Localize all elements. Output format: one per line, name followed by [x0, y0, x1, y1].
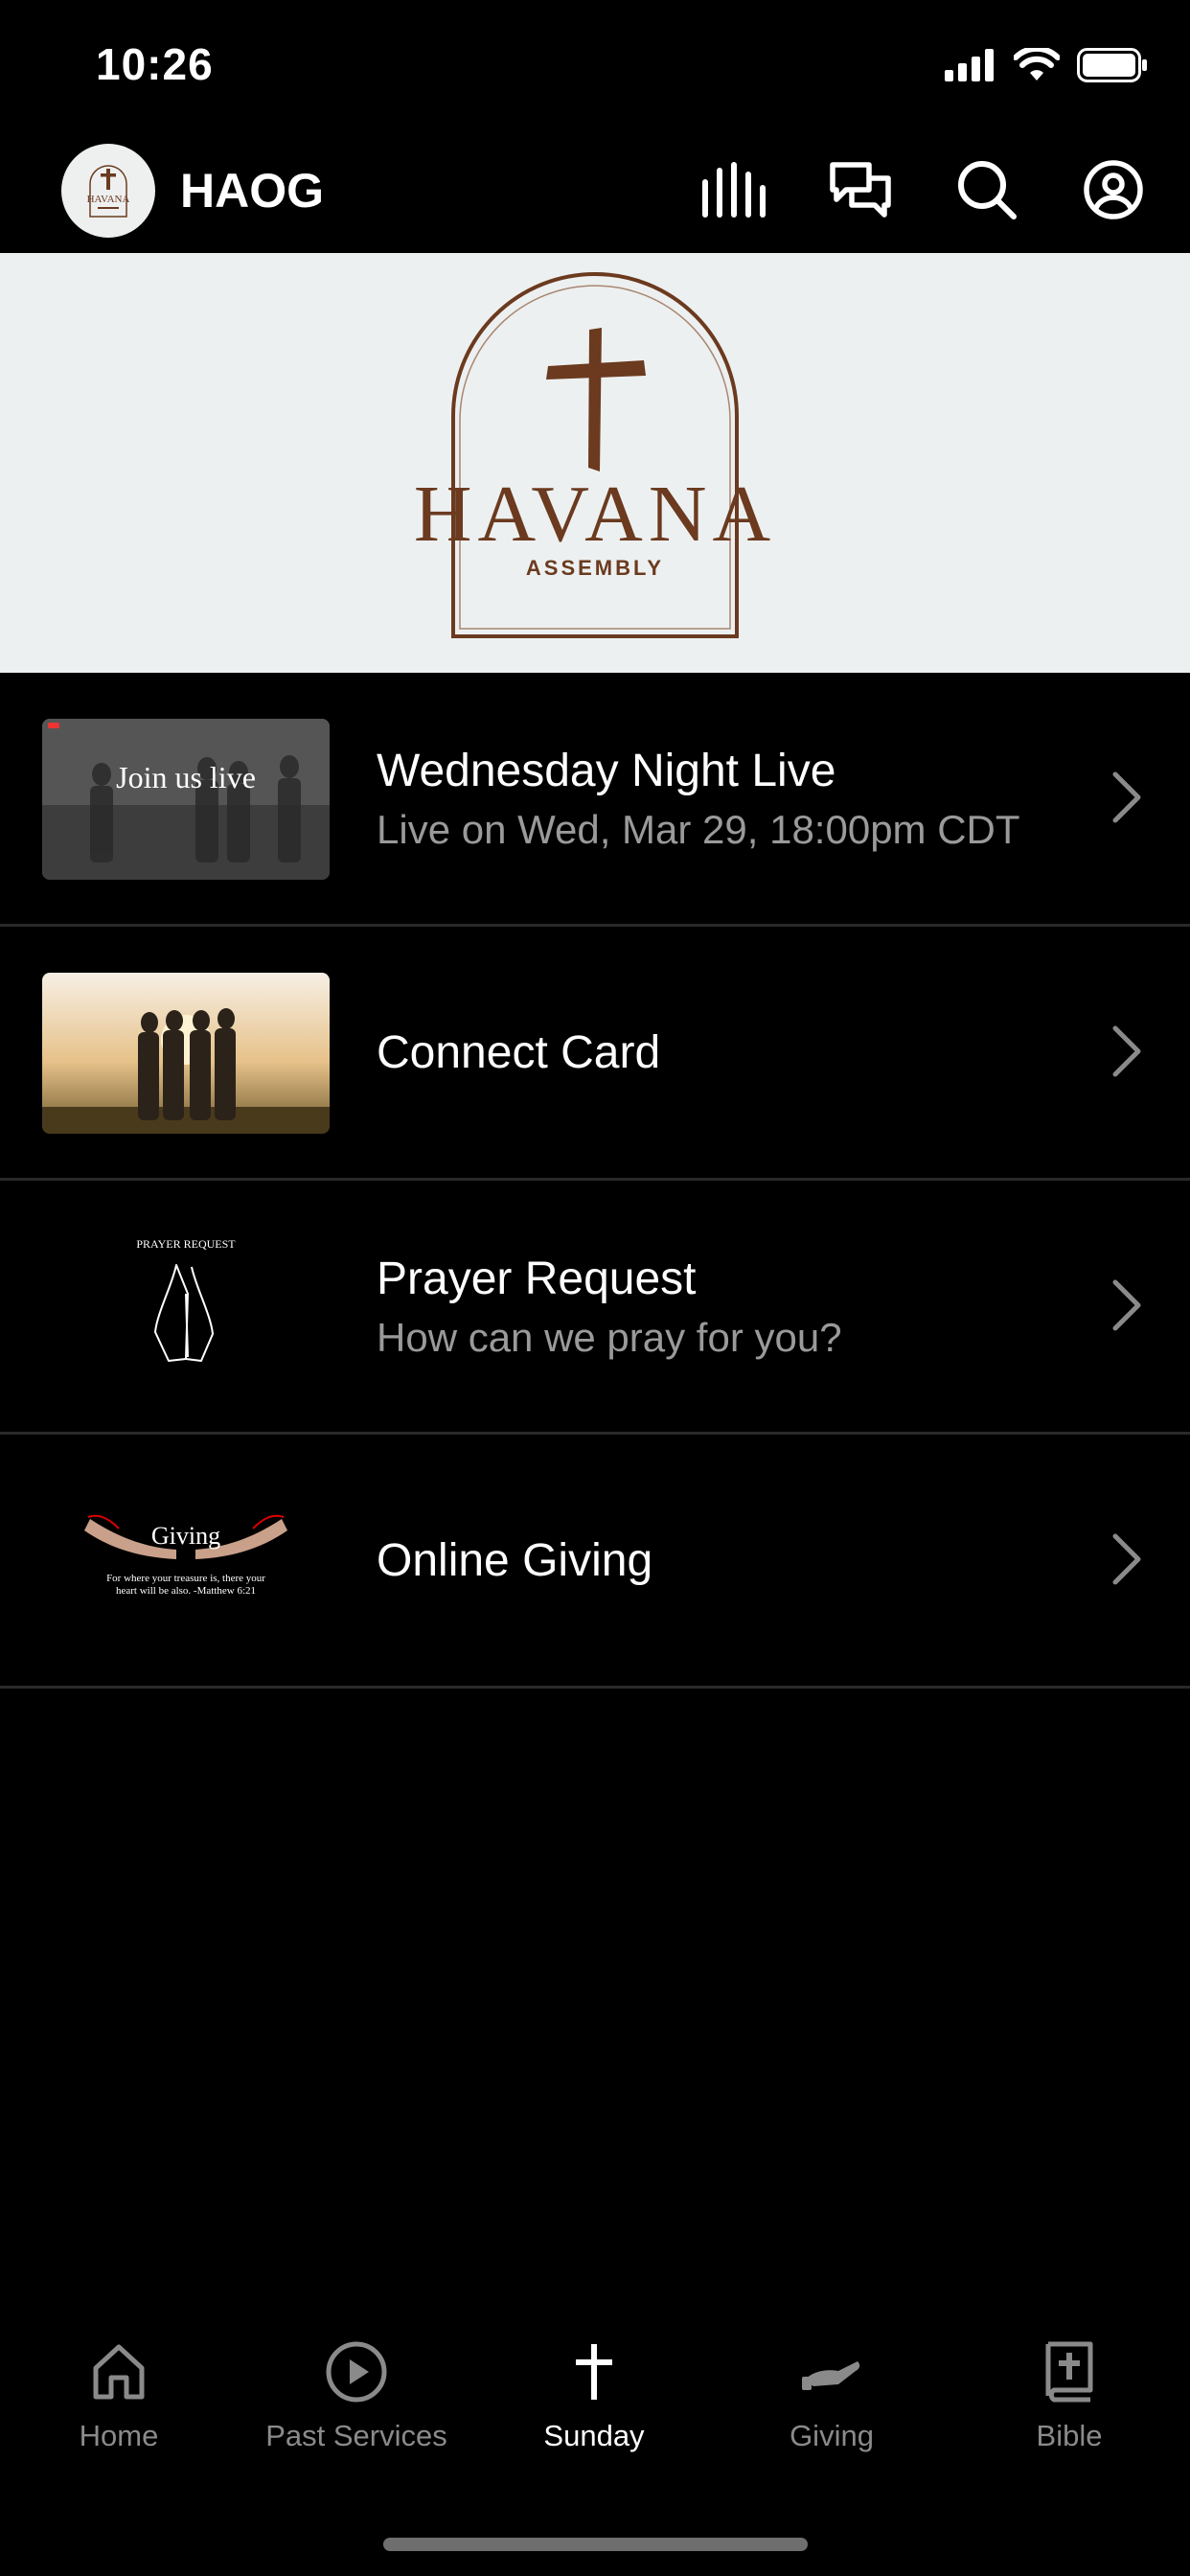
status-icons: [945, 48, 1148, 82]
church-logo-avatar[interactable]: HAVANA: [61, 144, 155, 238]
tab-label: Giving: [790, 2419, 874, 2452]
status-time: 10:26: [96, 39, 214, 89]
battery-icon: [1077, 48, 1147, 82]
audio-bars-icon[interactable]: [699, 155, 768, 224]
havana-assembly-logo: HAVANA ASSEMBLY: [414, 272, 776, 638]
row-text: Online Giving: [377, 1435, 652, 1686]
cellular-signal-icon: [945, 49, 994, 81]
tab-label: Bible: [1036, 2419, 1103, 2452]
thumb-text-giving: Giving: [151, 1522, 220, 1550]
row-text: Prayer Request How can we pray for you?: [377, 1181, 842, 1432]
thumb-caption-giving: For where your treasure is, there your h…: [106, 1573, 265, 1597]
list-item-wednesday-night-live[interactable]: Join us live Wednesday Night Live Live o…: [0, 673, 1190, 927]
tab-label: Sunday: [543, 2419, 645, 2452]
thumbnail-giving: Giving For where your treasure is, there…: [42, 1481, 330, 1642]
row-subtitle: Live on Wed, Mar 29, 18:00pm CDT: [377, 806, 1020, 852]
app-header: HAVANA HAOG: [0, 134, 1190, 253]
search-icon[interactable]: [952, 155, 1021, 224]
wifi-icon: [1014, 48, 1060, 80]
tab-past-services[interactable]: Past Services: [238, 2338, 475, 2453]
hero-brand-sub: ASSEMBLY: [526, 556, 664, 580]
home-indicator[interactable]: [383, 2538, 808, 2551]
list-item-connect-card[interactable]: Connect Card: [0, 927, 1190, 1181]
chevron-right-icon: [1112, 771, 1141, 823]
chevron-right-icon: [1112, 1279, 1141, 1331]
tab-bar: Home Past Services Sunday Giving Bible: [0, 2338, 1190, 2472]
row-text: Connect Card: [377, 927, 660, 1178]
hero-brand-name: HAVANA: [414, 470, 776, 559]
cross-icon: [561, 2338, 628, 2405]
svg-text:HAVANA: HAVANA: [87, 194, 130, 205]
chevron-right-icon: [1112, 1025, 1141, 1077]
row-title: Wednesday Night Live: [377, 745, 836, 796]
row-subtitle: How can we pray for you?: [377, 1314, 842, 1360]
tab-label: Past Services: [265, 2419, 447, 2452]
row-text: Wednesday Night Live Live on Wed, Mar 29…: [377, 673, 1020, 924]
app-title: HAOG: [180, 164, 324, 218]
tab-label: Home: [79, 2419, 159, 2452]
list-item-online-giving[interactable]: Giving For where your treasure is, there…: [0, 1435, 1190, 1689]
bible-icon: [1036, 2338, 1103, 2405]
thumb-text-join-us-live: Join us live: [116, 760, 256, 794]
row-title: Prayer Request: [377, 1253, 697, 1304]
thumbnail-connect-card: [42, 973, 330, 1134]
chevron-right-icon: [1112, 1533, 1141, 1585]
church-logo-mini: HAVANA: [87, 165, 130, 218]
giving-hand-icon: [798, 2338, 865, 2405]
chat-icon[interactable]: [826, 155, 895, 224]
list-item-prayer-request[interactable]: PRAYER REQUEST Prayer Request How can we…: [0, 1181, 1190, 1435]
account-icon[interactable]: [1079, 155, 1148, 224]
thumbnail-prayer-request: PRAYER REQUEST: [42, 1227, 330, 1388]
tab-home[interactable]: Home: [0, 2338, 238, 2453]
home-icon: [85, 2338, 152, 2405]
thumb-text-prayer-request: PRAYER REQUEST: [136, 1237, 236, 1251]
row-title: Connect Card: [377, 1026, 661, 1078]
status-bar: 10:26: [0, 0, 1190, 134]
tab-giving[interactable]: Giving: [713, 2338, 950, 2453]
tab-sunday[interactable]: Sunday: [475, 2338, 713, 2453]
content-list: Join us live Wednesday Night Live Live o…: [0, 673, 1190, 1689]
play-circle-icon: [323, 2338, 390, 2405]
hero-banner: HAVANA ASSEMBLY: [0, 253, 1190, 673]
row-title: Online Giving: [377, 1534, 653, 1586]
header-actions: [699, 155, 1148, 224]
thumbnail-join-us-live: Join us live: [42, 719, 330, 880]
tab-bible[interactable]: Bible: [950, 2338, 1188, 2453]
